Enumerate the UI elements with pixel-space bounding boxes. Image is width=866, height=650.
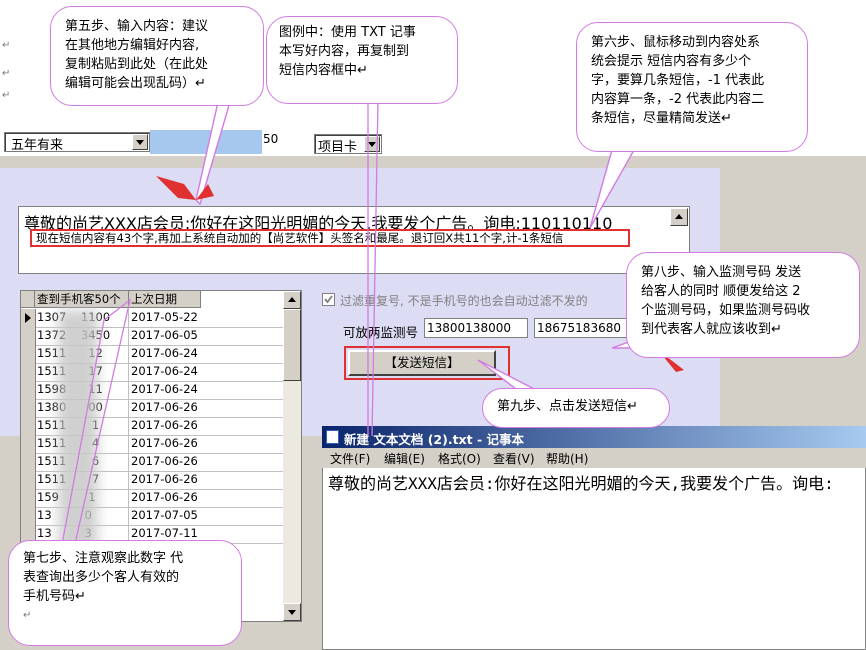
notepad-content[interactable]: 尊敬的尚艺XXX店会员:你好在这阳光明媚的今天,我要发个广告。询电:: [328, 470, 834, 494]
menu-edit[interactable]: 编辑(E): [384, 450, 425, 467]
filter-checkbox[interactable]: [322, 293, 335, 306]
monitor-number-1-input[interactable]: 13800138000: [424, 318, 528, 338]
cell-last-date: 2017-07-11: [131, 526, 198, 540]
callout-step8: 第八步、输入监测号码 发送 给客人的同时 顺便发给这 2 个监测号码，如果监测号码…: [626, 252, 860, 358]
notepad-icon: [326, 430, 339, 444]
scroll-up-button[interactable]: [283, 291, 301, 309]
scroll-thumb[interactable]: [283, 309, 301, 381]
callout-step9: 第九步、点击发送短信↵: [482, 388, 670, 428]
menu-help[interactable]: 帮助(H): [546, 450, 588, 467]
scroll-down-button[interactable]: [283, 603, 301, 621]
cell-last-date: 2017-05-22: [131, 310, 198, 324]
message-info-tooltip: 现在短信内容有43个字,再加上系统自动加的【尚艺软件】头签名和最尾。退订回X共1…: [30, 229, 630, 247]
row-selector[interactable]: [21, 489, 36, 507]
callout-step7: 第七步、注意观察此数字 代表查询出多少个客人有效的 手机号码↵ ↵: [8, 540, 242, 646]
row-selector[interactable]: [21, 327, 36, 345]
cell-last-date: 2017-06-26: [131, 454, 198, 468]
header-phone[interactable]: 查到手机客50个: [35, 291, 129, 308]
count-label: 50: [263, 132, 279, 146]
card-type-select[interactable]: 项目卡: [314, 134, 382, 155]
row-selector[interactable]: [21, 363, 36, 381]
cell-last-date: 2017-06-24: [131, 346, 198, 360]
cell-last-date: 2017-06-26: [131, 490, 198, 504]
cell-last-date: 2017-07-05: [131, 508, 198, 522]
cell-last-date: 2017-06-26: [131, 472, 198, 486]
scroll-up-button[interactable]: [670, 208, 688, 226]
row-selector[interactable]: [21, 417, 36, 435]
row-selector[interactable]: [21, 471, 36, 489]
row-selector[interactable]: [21, 309, 36, 327]
menu-file[interactable]: 文件(F): [330, 450, 370, 467]
grid-scrollbar[interactable]: [283, 291, 301, 621]
number-field[interactable]: [150, 130, 262, 154]
row-selector[interactable]: [21, 507, 36, 525]
callout-step6: 第六步、鼠标移动到内容处系 统会提示 短信内容有多少个 字，要算几条短信，-1 代…: [576, 22, 808, 152]
row-selector[interactable]: [21, 399, 36, 417]
cell-last-date: 2017-06-24: [131, 364, 198, 378]
paragraph-mark: ↵: [2, 40, 11, 51]
menu-format[interactable]: 格式(O): [438, 450, 481, 467]
chevron-down-icon[interactable]: [132, 134, 148, 150]
notepad-title: 新建 文本文档 (2).txt - 记事本: [322, 426, 866, 448]
card-type-value: 项目卡: [318, 140, 358, 155]
filter-checkbox-label: 过滤重复号, 不是手机号的也会自动过滤不发的: [340, 294, 588, 308]
callout-example: 图例中：使用 TXT 记事 本写好内容，再复制到 短信内容框中↵: [266, 16, 458, 104]
grid-corner: [21, 291, 35, 308]
notepad-menubar: 文件(F) 编辑(E) 格式(O) 查看(V) 帮助(H): [322, 448, 866, 468]
callout-step5: 第五步、输入内容：建议 在其他地方编辑好内容, 复制粘贴到此处（在此处 编辑可能会出…: [50, 6, 264, 106]
paragraph-mark: ↵: [2, 68, 11, 79]
period-select-value: 五年有来: [11, 138, 64, 153]
monitor-label: 可放两监测号: [343, 325, 419, 340]
row-selector[interactable]: [21, 345, 36, 363]
period-select[interactable]: 五年有来: [4, 132, 150, 153]
menu-view[interactable]: 查看(V): [493, 450, 535, 467]
cell-last-date: 2017-06-26: [131, 400, 198, 414]
paragraph-mark: ↵: [2, 90, 11, 101]
cell-last-date: 2017-06-24: [131, 382, 198, 396]
chevron-down-icon[interactable]: [364, 136, 380, 152]
cell-last-date: 2017-06-26: [131, 418, 198, 432]
row-selector[interactable]: [21, 453, 36, 471]
row-selector[interactable]: [21, 381, 36, 399]
cell-last-date: 2017-06-05: [131, 328, 198, 342]
send-sms-button[interactable]: 【发送短信】: [348, 350, 496, 376]
header-last-date[interactable]: 上次日期: [129, 291, 201, 308]
cell-last-date: 2017-06-26: [131, 436, 198, 450]
row-selector[interactable]: [21, 435, 36, 453]
